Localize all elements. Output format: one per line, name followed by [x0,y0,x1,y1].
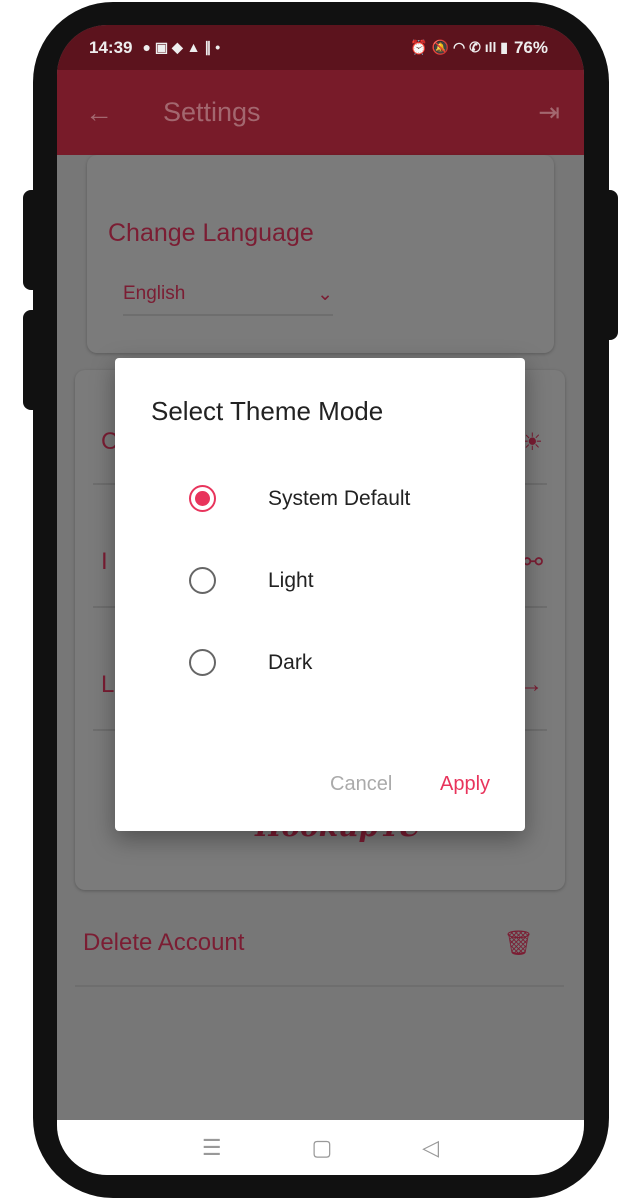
apply-button[interactable]: Apply [440,773,490,796]
trash-icon: 🗑 [503,930,534,957]
home-button[interactable]: ▢ [312,1135,333,1161]
cancel-button[interactable]: Cancel [330,773,392,796]
share-icon: ⚯ [522,549,543,576]
page-title: Settings [163,97,261,127]
arrow-left-icon[interactable]: ← [85,97,113,129]
app-bar: ← Settings ⇥ [57,70,584,155]
chevron-down-icon: ⌄ [317,284,333,305]
delete-account-row[interactable]: Delete Account 🗑 [75,915,564,987]
nav-bar: ☰ ▢ ◁ [57,1120,584,1175]
radio-selected[interactable] [189,485,216,512]
delete-account-label: Delete Account [83,929,245,956]
option-label: Dark [268,650,313,674]
row-label: I [101,548,108,575]
radio[interactable] [189,567,216,594]
logout-icon[interactable]: ⇥ [538,97,560,128]
language-card: Change Language English ⌄ [87,155,554,353]
time: 14:39 [89,37,133,57]
recents-button[interactable]: ☰ [202,1135,222,1161]
theme-dialog: Select Theme Mode System Default Light D… [115,358,525,831]
dialog-title: Select Theme Mode [151,396,384,426]
radio[interactable] [189,649,216,676]
option-light[interactable]: Light [189,567,314,594]
row-label: L [101,671,115,698]
option-label: System Default [268,486,411,510]
option-system-default[interactable]: System Default [189,485,410,512]
language-value: English [123,283,186,304]
language-dropdown[interactable]: English ⌄ [123,283,333,316]
option-dark[interactable]: Dark [189,649,312,676]
back-button[interactable]: ◁ [422,1135,439,1161]
change-language-label: Change Language [108,219,314,247]
system-icons: ⏰ 🔕 ◠ ✆ ıll ▮ [410,39,508,55]
option-label: Light [268,568,314,592]
status-bar: 14:39 ● ▣ ◆ ▲ ∥ • ⏰ 🔕 ◠ ✆ ıll ▮ 76% [57,25,584,70]
battery-percent: 76% [513,37,548,57]
notification-icons: ● ▣ ◆ ▲ ∥ • [142,39,221,55]
